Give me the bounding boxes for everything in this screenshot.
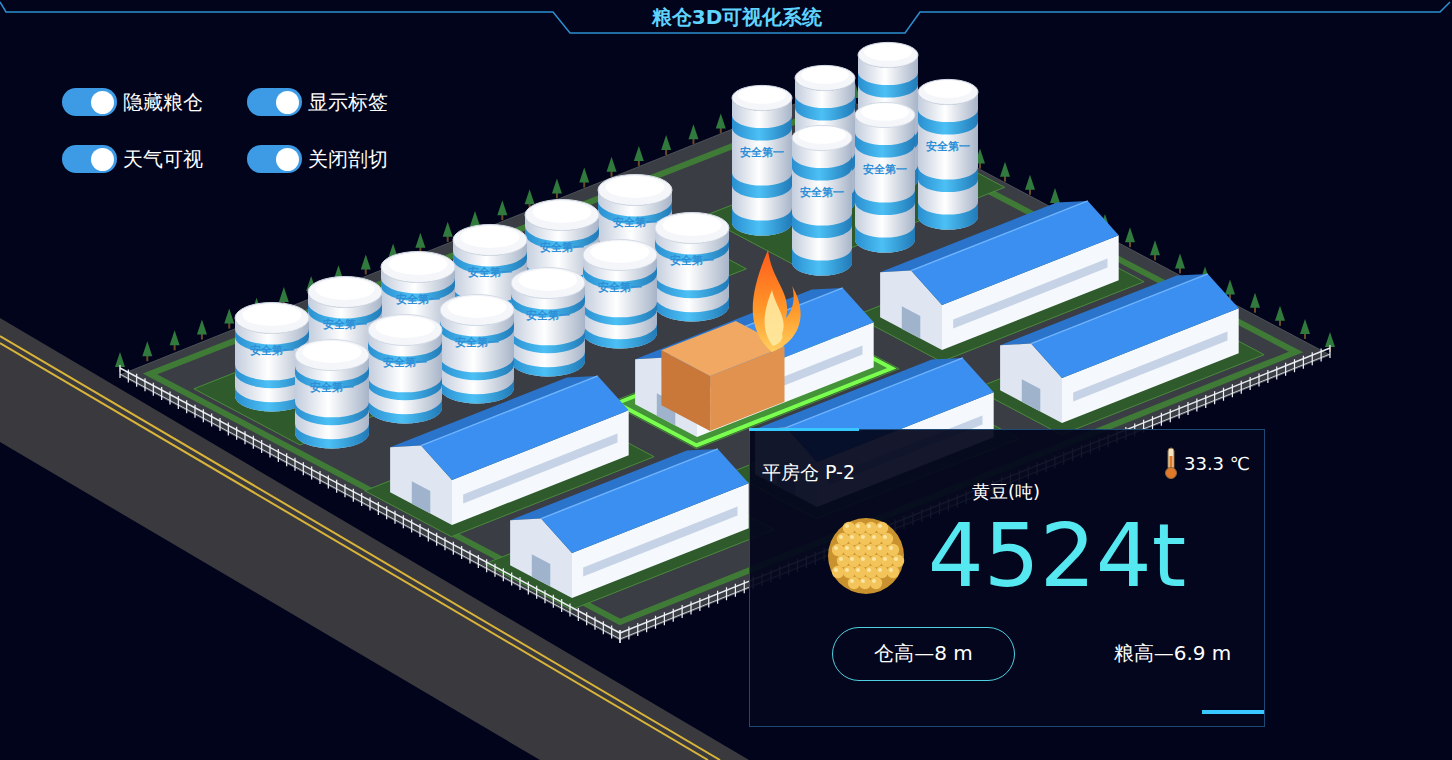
silo[interactable]: 安全第一 xyxy=(511,267,585,376)
tree xyxy=(552,178,562,198)
tree xyxy=(1000,162,1010,182)
silo-label: 安全第一 xyxy=(526,309,570,322)
silo[interactable]: 安全第一 xyxy=(918,79,978,229)
toggle-panel: 隐藏粮仓 显示标签天气可视 关闭剖切 xyxy=(62,88,432,173)
silo-label: 安全第一 xyxy=(323,318,367,331)
silo-label: 安全第一 xyxy=(455,336,499,349)
silo-label: 安全第一 xyxy=(670,254,714,267)
toggle-label: 显示标签 xyxy=(308,89,388,116)
amount-row: 4524t xyxy=(762,508,1250,605)
height-tag[interactable]: 仓高—8 m xyxy=(832,627,1015,681)
tree xyxy=(497,200,507,220)
tree xyxy=(1300,319,1310,339)
ground xyxy=(120,90,1330,640)
tree xyxy=(634,146,644,166)
tree xyxy=(607,157,617,177)
toggle-switch[interactable] xyxy=(247,145,302,173)
tree xyxy=(224,309,234,329)
silo-label: 安全第一 xyxy=(926,140,970,153)
toggle-item[interactable]: 天气可视 xyxy=(62,145,247,173)
silo-label: 安全第一 xyxy=(310,381,354,394)
tree xyxy=(1025,175,1035,195)
silo-label: 安全第一 xyxy=(598,281,642,294)
toggle-label: 隐藏粮仓 xyxy=(123,89,203,116)
silo-label: 安全第一 xyxy=(383,356,427,369)
height-row: 仓高—8 m粮高—6.9 m xyxy=(762,627,1250,681)
grain-amount: 4524t xyxy=(928,508,1186,605)
soybean-icon xyxy=(826,516,906,596)
tree xyxy=(1250,293,1260,313)
silo-plot xyxy=(194,213,747,445)
silo-label: 安全第一 xyxy=(613,216,657,229)
toggle-item[interactable]: 隐藏粮仓 xyxy=(62,88,247,116)
silo-label: 安全第一 xyxy=(800,186,844,199)
tree xyxy=(1175,253,1185,273)
toggle-switch[interactable] xyxy=(62,145,117,173)
info-card: 平房仓 P-2黄豆(吨)33.3 ℃4524t仓高—8 m粮高—6.9 m xyxy=(749,429,1265,727)
silo-label: 安全第一 xyxy=(540,241,584,254)
tree xyxy=(661,135,671,155)
toggle-knob xyxy=(276,91,299,114)
tree xyxy=(142,341,152,361)
silo-label: 安全第一 xyxy=(396,293,440,306)
toggle-item[interactable]: 显示标签 xyxy=(247,88,432,116)
tree xyxy=(1125,227,1135,247)
tree xyxy=(1150,240,1160,260)
tree xyxy=(415,233,425,253)
tree xyxy=(716,113,726,133)
road xyxy=(0,318,749,760)
toggle-label: 关闭剖切 xyxy=(308,146,388,173)
silo[interactable]: 安全第一 xyxy=(855,102,915,252)
header: 粮仓3D可视化系统 xyxy=(0,0,1452,36)
silo[interactable]: 安全第一 xyxy=(583,239,657,348)
height-tag[interactable]: 粮高—6.9 m xyxy=(1081,627,1264,681)
temperature: 33.3 ℃ xyxy=(1162,446,1250,480)
tree xyxy=(170,330,180,350)
warehouse-name: 平房仓 P-2 xyxy=(762,460,972,486)
silo-label: 安全第一 xyxy=(863,163,907,176)
toggle-switch[interactable] xyxy=(247,88,302,116)
tree xyxy=(579,168,589,188)
warehouse[interactable] xyxy=(975,274,1264,435)
warehouse[interactable] xyxy=(485,449,774,610)
page-title: 粮仓3D可视化系统 xyxy=(652,0,823,36)
ground-border xyxy=(150,108,1296,622)
grain-type: 黄豆(吨) xyxy=(972,480,1040,504)
card-header: 平房仓 P-2黄豆(吨)33.3 ℃ xyxy=(762,460,1250,504)
silo-label: 安全第一 xyxy=(250,344,294,357)
toggle-switch[interactable] xyxy=(62,88,117,116)
toggle-item[interactable]: 关闭剖切 xyxy=(247,145,432,173)
silo-label: 安全第一 xyxy=(468,266,512,279)
silo[interactable]: 安全第一 xyxy=(440,294,514,403)
silo[interactable]: 安全第一 xyxy=(295,339,369,448)
tree xyxy=(197,319,207,339)
silo[interactable]: 安全第一 xyxy=(368,314,442,423)
tree xyxy=(443,222,453,242)
silo[interactable]: 安全第一 xyxy=(792,125,852,275)
tree xyxy=(688,124,698,144)
toggle-label: 天气可视 xyxy=(123,146,203,173)
tree xyxy=(361,254,371,274)
toggle-knob xyxy=(91,91,114,114)
silo-label: 安全第一 xyxy=(740,146,784,159)
silo[interactable]: 安全第一 xyxy=(732,85,792,235)
thermometer-icon xyxy=(1162,446,1180,480)
tree xyxy=(1275,306,1285,326)
fire-icon xyxy=(753,250,801,352)
toggle-knob xyxy=(91,148,114,171)
silo[interactable]: 安全第一 xyxy=(655,212,729,321)
toggle-knob xyxy=(276,148,299,171)
page: 安全第一安全第一安全第一安全第一安全第一安全第一安全第一安全第一安全第一安全第一… xyxy=(0,0,1452,760)
